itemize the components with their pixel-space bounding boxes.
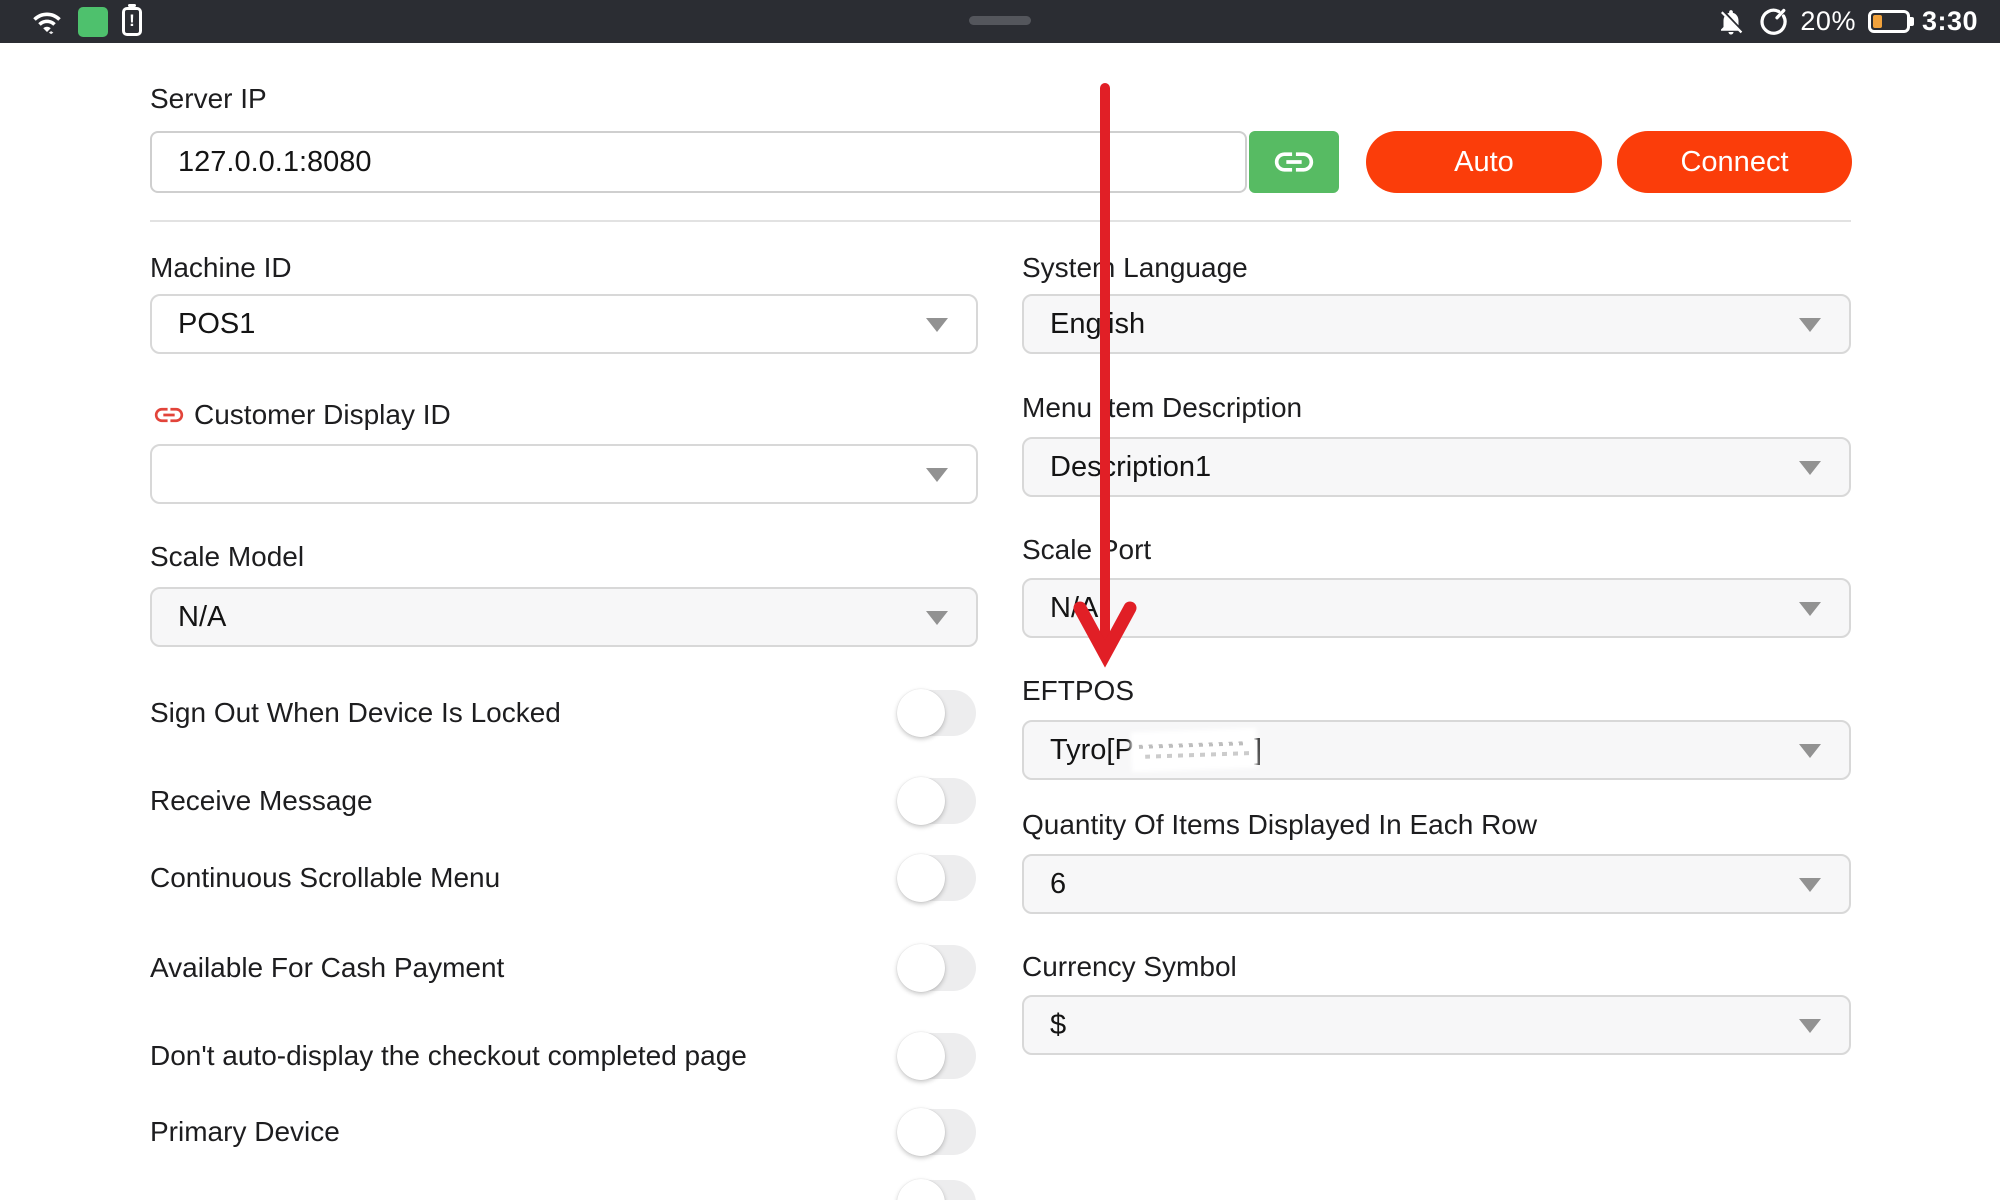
chevron-down-icon: [1799, 878, 1821, 892]
toggle-knob: [897, 944, 945, 992]
quantity-per-row-value: 6: [1050, 868, 1066, 901]
customer-display-id-label-row: Customer Display ID: [148, 398, 451, 432]
battery-icon: [1868, 10, 1910, 33]
currency-symbol-label: Currency Symbol: [1022, 952, 1237, 982]
eftpos-value-suffix: ]: [1254, 734, 1262, 767]
toggle-knob: [897, 1032, 945, 1080]
system-language-label: System Language: [1022, 253, 1248, 283]
status-bar-left: !: [30, 0, 142, 43]
app-indicator-icon: [78, 7, 108, 37]
menu-item-description-value: Description1: [1050, 451, 1211, 484]
redaction-scribble: [1134, 732, 1253, 768]
sign-out-toggle[interactable]: [898, 690, 976, 736]
chevron-down-icon: [1799, 1019, 1821, 1033]
toggle-knob: [897, 1108, 945, 1156]
currency-symbol-value: $: [1050, 1009, 1066, 1042]
link-server-button[interactable]: [1249, 131, 1339, 193]
quantity-per-row-select[interactable]: 6: [1022, 854, 1851, 914]
server-ip-input[interactable]: [150, 131, 1247, 193]
machine-id-label: Machine ID: [150, 253, 292, 283]
gesture-handle[interactable]: [969, 16, 1031, 25]
auto-button[interactable]: Auto: [1366, 131, 1602, 193]
battery-fill: [1873, 15, 1882, 28]
toggle-knob: [897, 777, 945, 825]
wifi-icon: [30, 7, 64, 37]
server-ip-label: Server IP: [150, 84, 267, 114]
machine-id-select[interactable]: POS1: [150, 294, 978, 354]
no-auto-checkout-label: Don't auto-display the checkout complete…: [150, 1041, 747, 1071]
chevron-down-icon: [1799, 744, 1821, 758]
eftpos-label: EFTPOS: [1022, 676, 1134, 706]
scale-model-select[interactable]: N/A: [150, 587, 978, 647]
receive-message-label: Receive Message: [150, 786, 373, 816]
cash-payment-toggle[interactable]: [898, 945, 976, 991]
machine-id-value: POS1: [178, 308, 255, 341]
scale-port-value: N/A: [1050, 592, 1098, 625]
link-icon: [148, 398, 190, 432]
clock: 3:30: [1922, 6, 1978, 37]
continuous-menu-toggle[interactable]: [898, 855, 976, 901]
chevron-down-icon: [926, 318, 948, 332]
connect-button[interactable]: Connect: [1617, 131, 1852, 193]
chevron-down-icon: [1799, 602, 1821, 616]
sign-out-label: Sign Out When Device Is Locked: [150, 698, 561, 728]
customer-display-id-label: Customer Display ID: [194, 400, 451, 430]
link-icon: [1271, 139, 1317, 185]
section-divider: [150, 220, 1851, 222]
currency-symbol-select[interactable]: $: [1022, 995, 1851, 1055]
scale-model-label: Scale Model: [150, 542, 304, 572]
toggle-knob: [897, 689, 945, 737]
menu-item-description-select[interactable]: Description1: [1022, 437, 1851, 497]
partial-toggle[interactable]: [898, 1180, 976, 1200]
receive-message-toggle[interactable]: [898, 778, 976, 824]
eftpos-value-prefix: Tyro[P: [1050, 734, 1134, 767]
chevron-down-icon: [1799, 318, 1821, 332]
cash-payment-label: Available For Cash Payment: [150, 953, 504, 983]
quantity-per-row-label: Quantity Of Items Displayed In Each Row: [1022, 810, 1537, 840]
continuous-menu-label: Continuous Scrollable Menu: [150, 863, 500, 893]
eftpos-select[interactable]: Tyro[P]: [1022, 720, 1851, 780]
chevron-down-icon: [1799, 461, 1821, 475]
chevron-down-icon: [926, 611, 948, 625]
battery-percent: 20%: [1800, 6, 1856, 37]
primary-device-label: Primary Device: [150, 1117, 340, 1147]
no-auto-checkout-toggle[interactable]: [898, 1033, 976, 1079]
system-language-value: English: [1050, 308, 1145, 341]
data-saver-icon: [1758, 7, 1788, 37]
toggle-knob: [897, 854, 945, 902]
menu-item-description-label: Menu Item Description: [1022, 393, 1302, 423]
scale-port-label: Scale Port: [1022, 535, 1151, 565]
notifications-off-icon: [1716, 7, 1746, 37]
toggle-knob: [897, 1179, 945, 1200]
customer-display-id-select[interactable]: [150, 444, 978, 504]
status-bar: ! 20% 3:30: [0, 0, 2000, 43]
status-bar-right: 20% 3:30: [1716, 0, 1978, 43]
pos-settings-screen: ! 20% 3:30 Server IP Auto Connect Machin…: [0, 0, 2000, 1200]
chevron-down-icon: [926, 468, 948, 482]
scale-model-value: N/A: [178, 601, 226, 634]
primary-device-toggle[interactable]: [898, 1109, 976, 1155]
system-language-select[interactable]: English: [1022, 294, 1851, 354]
scale-port-select[interactable]: N/A: [1022, 578, 1851, 638]
battery-alert-icon: !: [122, 7, 142, 36]
battery-alert-mark: !: [125, 11, 139, 31]
